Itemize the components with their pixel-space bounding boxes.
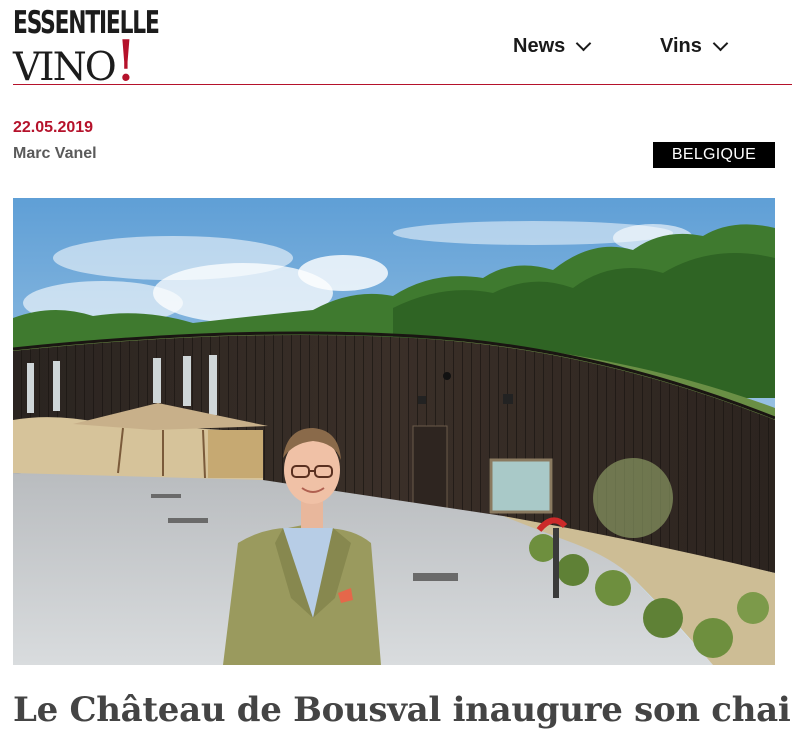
site-header: ESSENTIELLE VINO! News Vins — [0, 0, 792, 90]
article-hero-image — [13, 198, 775, 665]
category-badge[interactable]: BELGIQUE — [653, 142, 775, 168]
nav-vins-label: Vins — [660, 34, 702, 57]
header-divider — [13, 84, 792, 85]
chevron-down-icon — [575, 35, 592, 51]
nav-news-label: News — [513, 34, 566, 57]
hero-photo-illustration — [13, 198, 775, 665]
logo-wordmark-bottom: VINO! — [13, 34, 137, 90]
nav-vins[interactable]: Vins — [660, 34, 729, 58]
site-logo[interactable]: ESSENTIELLE VINO! — [13, 6, 183, 92]
article-date: 22.05.2019 — [13, 119, 94, 136]
article-title: Le Château de Bousval inaugure son chai — [13, 690, 791, 730]
article-author[interactable]: Marc Vanel — [13, 145, 97, 163]
nav-news[interactable]: News — [513, 34, 592, 58]
chevron-down-icon — [712, 35, 729, 51]
